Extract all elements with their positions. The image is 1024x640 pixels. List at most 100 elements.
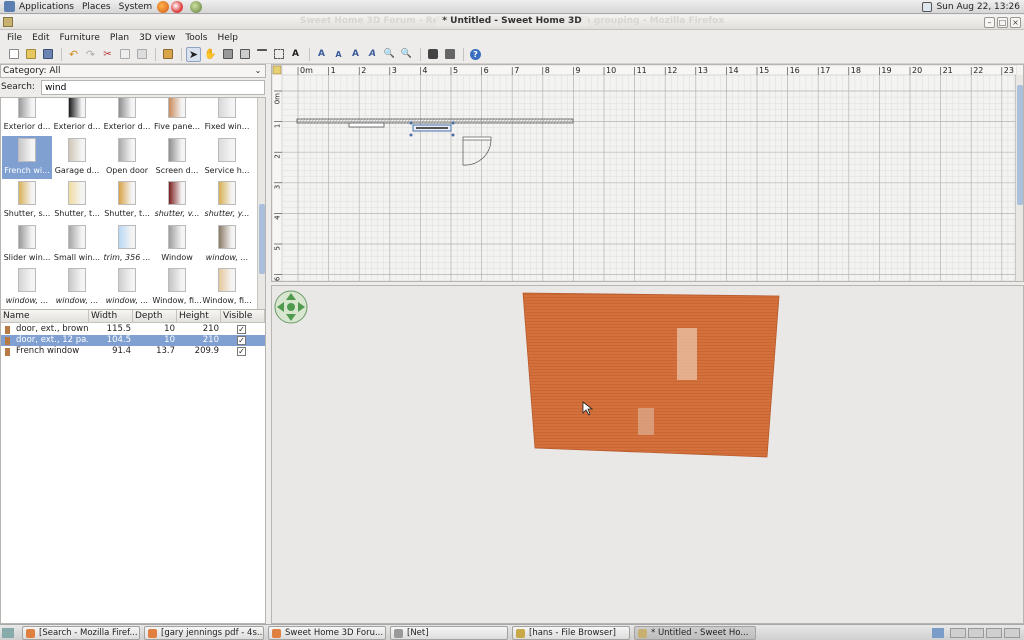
workspace-2[interactable] xyxy=(968,628,984,638)
menu-tools[interactable]: Tools xyxy=(180,33,212,43)
catalog-item[interactable]: window, ... xyxy=(52,266,102,309)
catalog-item[interactable]: trim, 356 ... xyxy=(102,223,152,266)
increase-text-button[interactable]: A xyxy=(314,47,329,62)
open-button[interactable] xyxy=(23,47,38,62)
create-video-button[interactable] xyxy=(442,47,457,62)
catalog-item[interactable]: Slider win... xyxy=(2,223,52,266)
create-rooms-button[interactable] xyxy=(237,47,252,62)
create-walls-button[interactable] xyxy=(220,47,235,62)
places-menu[interactable]: Places xyxy=(78,0,115,14)
column-header-name[interactable]: Name xyxy=(1,310,89,323)
plan-french-window[interactable] xyxy=(462,136,492,141)
catalog-item[interactable]: French wi... xyxy=(2,135,52,179)
taskbar-button[interactable]: [Net] xyxy=(390,626,508,640)
taskbar-button[interactable]: [hans - File Browser] xyxy=(512,626,630,640)
catalog-item[interactable]: Service h... xyxy=(202,136,252,179)
bold-text-button[interactable]: A xyxy=(348,47,363,62)
catalog-item[interactable]: Fixed win... xyxy=(202,98,252,135)
selection-handle[interactable] xyxy=(409,121,413,125)
copy-button[interactable] xyxy=(117,47,132,62)
create-photo-button[interactable] xyxy=(425,47,440,62)
minimize-button[interactable]: – xyxy=(984,17,995,28)
3d-view[interactable] xyxy=(271,285,1024,624)
undo-button[interactable]: ↶ xyxy=(66,47,81,62)
catalog-item[interactable]: Five pane... xyxy=(152,98,202,135)
catalog-item[interactable]: Open door xyxy=(102,136,152,179)
decrease-text-button[interactable]: A xyxy=(331,47,346,62)
network-launcher-icon[interactable] xyxy=(190,0,203,13)
catalog-item[interactable]: shutter, y... xyxy=(202,179,252,222)
paste-button[interactable] xyxy=(134,47,149,62)
taskbar-button[interactable]: * Untitled - Sweet Ho... xyxy=(634,626,756,640)
visible-checkbox[interactable]: ✓ xyxy=(237,336,246,345)
catalog-item[interactable]: Screen d... xyxy=(152,136,202,179)
new-home-button[interactable] xyxy=(6,47,21,62)
column-header-depth[interactable]: Depth xyxy=(133,310,177,323)
workspace-1[interactable] xyxy=(950,628,966,638)
close-button[interactable]: × xyxy=(1010,17,1021,28)
search-input[interactable] xyxy=(41,80,265,95)
table-row[interactable]: French window 91.4 13.7 209.9 ✓ xyxy=(1,346,265,357)
taskbar-button[interactable]: [Search - Mozilla Firef... xyxy=(22,626,140,640)
cut-button[interactable]: ✂ xyxy=(100,47,115,62)
redo-button[interactable]: ↷ xyxy=(83,47,98,62)
workspace-4[interactable] xyxy=(1004,628,1020,638)
selection-handle[interactable] xyxy=(451,121,455,125)
taskbar-button[interactable]: Sweet Home 3D Foru... xyxy=(268,626,386,640)
catalog-item[interactable]: Shutter, t... xyxy=(52,179,102,222)
firefox-launcher-icon[interactable] xyxy=(157,0,170,13)
zoom-out-button[interactable]: 🔍 xyxy=(399,47,414,62)
column-header-width[interactable]: Width xyxy=(89,310,133,323)
selection-handle[interactable] xyxy=(451,133,455,137)
clock[interactable]: Sun Aug 22, 13:26 xyxy=(936,2,1020,12)
taskbar-button[interactable]: [gary jennings pdf - 4s... xyxy=(144,626,264,640)
furniture-table[interactable]: Name Width Depth Height Visible door, ex… xyxy=(0,309,266,624)
create-dimensions-button[interactable] xyxy=(254,47,269,62)
workspace-switcher-icon[interactable] xyxy=(932,628,944,638)
selection-handle[interactable] xyxy=(409,133,413,137)
menu-3d-view[interactable]: 3D view xyxy=(134,33,180,43)
catalog-item[interactable]: window, ... xyxy=(202,223,252,266)
plan-scroll-thumb[interactable] xyxy=(1017,85,1023,205)
catalog-item[interactable]: Window, fi... xyxy=(202,266,252,309)
save-button[interactable] xyxy=(40,47,55,62)
zoom-in-button[interactable]: 🔍 xyxy=(382,47,397,62)
network-status-icon[interactable] xyxy=(922,2,933,12)
maximize-button[interactable]: □ xyxy=(997,17,1008,28)
plan-canvas[interactable]: 0m 1 2 3 4 5 6 7 8 9 10 11 12 13 14 15 16 17 18 19 20 21 22 230… xyxy=(272,65,1017,281)
table-row[interactable]: door, ext., 12 pa... 104.5 10 210 ✓ xyxy=(1,335,265,346)
plan-view[interactable]: 0m 1 2 3 4 5 6 7 8 9 10 11 12 13 14 15 16 17 18 19 20 21 22 23 0… xyxy=(271,64,1024,282)
window-title-bar[interactable]: Sweet Home 3D Forum - Reply to the ... -… xyxy=(0,15,1024,30)
menu-file[interactable]: File xyxy=(2,33,27,43)
catalog-item[interactable]: Shutter, t... xyxy=(102,179,152,222)
applications-menu[interactable]: Applications xyxy=(0,0,78,14)
plan-vertical-scrollbar[interactable] xyxy=(1015,75,1023,281)
menu-help[interactable]: Help xyxy=(213,33,244,43)
create-labels-button[interactable] xyxy=(271,47,286,62)
help-launcher-icon[interactable] xyxy=(171,0,184,13)
catalog-item[interactable]: window, ... xyxy=(2,266,52,309)
catalog-item[interactable]: Window xyxy=(152,223,202,266)
workspace-3[interactable] xyxy=(986,628,1002,638)
add-text-button[interactable]: A xyxy=(288,47,303,62)
plan-door-brown[interactable] xyxy=(348,122,385,128)
menu-edit[interactable]: Edit xyxy=(27,33,54,43)
column-header-visible[interactable]: Visible xyxy=(221,310,265,323)
category-select[interactable]: Category: All ⌄ xyxy=(0,64,266,78)
system-menu[interactable]: System xyxy=(115,0,157,14)
visible-checkbox[interactable]: ✓ xyxy=(237,347,246,356)
menu-furniture[interactable]: Furniture xyxy=(55,33,105,43)
table-row[interactable]: door, ext., brown 115.5 10 210 ✓ xyxy=(1,324,265,335)
catalog-item[interactable]: Small win... xyxy=(52,223,102,266)
show-desktop-icon[interactable] xyxy=(2,628,14,638)
catalog-item[interactable]: Window, fi... xyxy=(152,266,202,309)
add-furniture-button[interactable] xyxy=(160,47,175,62)
catalog-item[interactable]: Garage d... xyxy=(52,136,102,179)
catalog-item[interactable]: shutter, v... xyxy=(152,179,202,222)
menu-plan[interactable]: Plan xyxy=(105,33,134,43)
navigation-arrows-icon[interactable] xyxy=(274,290,308,324)
italic-text-button[interactable]: A xyxy=(365,47,380,62)
column-header-height[interactable]: Height xyxy=(177,310,221,323)
catalog-item[interactable]: window, ... xyxy=(102,266,152,309)
help-button[interactable]: ? xyxy=(468,47,483,62)
